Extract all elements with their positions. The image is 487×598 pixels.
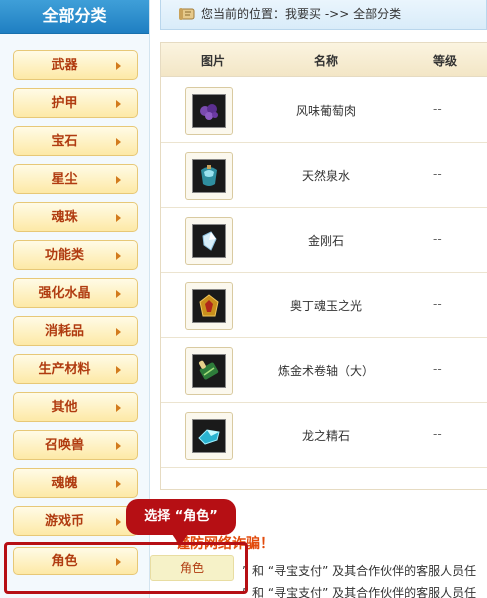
category-label: 强化水晶 [38,286,91,301]
item-grade: -- [433,362,442,376]
item-grade: -- [433,232,442,246]
item-name[interactable]: 龙之精石 [271,427,381,444]
category-label: 宝石 [51,134,78,149]
notice-text: ” 和 “寻宝支付” 及其合作伙伴的客服人员任 [242,564,477,578]
category-label: 魂珠 [51,210,78,225]
column-header-image: 图片 [201,54,226,68]
table-row[interactable]: 风味葡萄肉 -- [161,78,487,143]
item-name[interactable]: 炼金术卷轴（大） [271,362,381,379]
item-thumbnail[interactable] [185,412,233,460]
spring-water-icon [201,165,217,186]
category-label: 护甲 [51,96,78,111]
item-name[interactable]: 风味葡萄肉 [271,102,381,119]
category-button-game-coin[interactable]: 游戏币 [13,506,138,536]
item-name[interactable]: 金刚石 [271,232,381,249]
grape-meat-icon [200,104,218,120]
item-name[interactable]: 天然泉水 [271,167,381,184]
arrow-right-icon [116,328,121,336]
category-button-enhance-crystal[interactable]: 强化水晶 [13,278,138,308]
category-label: 游戏币 [44,514,84,529]
category-label: 星尘 [51,172,78,187]
arrow-right-icon [116,252,121,260]
arrow-right-icon [116,214,121,222]
item-thumbnail[interactable] [185,282,233,330]
scroll-map-icon [179,8,195,20]
item-grade: -- [433,102,442,116]
table-row[interactable]: 龙之精石 -- [161,403,487,468]
notice-text: ” 和 “寻宝支付” 及其合作伙伴的客服人员任 [242,586,477,598]
arrow-right-icon [116,518,121,526]
category-label: 召唤兽 [44,438,84,453]
column-header-name: 名称 [314,54,339,68]
table-row[interactable]: 炼金术卷轴（大） -- [161,338,487,403]
column-header-grade: 等级 [433,54,458,68]
category-button-other[interactable]: 其他 [13,392,138,422]
item-thumbnail[interactable] [185,87,233,135]
category-button-consumable[interactable]: 消耗品 [13,316,138,346]
scroll-icon [199,360,219,380]
category-button-soul[interactable]: 魂魄 [13,468,138,498]
submenu-item-role[interactable]: 角色 [150,555,234,581]
soul-jade-icon [199,294,219,317]
category-label: 消耗品 [44,324,84,339]
category-list: 武器 护甲 宝石 星尘 魂珠 功能类 强化水晶 消耗品 生产材料 其他 召唤兽 … [0,50,150,544]
arrow-right-icon [116,100,121,108]
table-row[interactable]: 金刚石 -- [161,208,487,273]
item-grade: -- [433,297,442,311]
item-thumbnail[interactable] [185,217,233,265]
category-button-summon[interactable]: 召唤兽 [13,430,138,460]
category-button-stardust[interactable]: 星尘 [13,164,138,194]
item-name[interactable]: 奥丁魂玉之光 [271,297,381,314]
breadcrumb: 您当前的位置：我要买 ->> 全部分类 [160,0,487,30]
sidebar-title: 全部分类 [0,0,149,34]
category-button-functional[interactable]: 功能类 [13,240,138,270]
table-row[interactable]: 天然泉水 -- [161,143,487,208]
item-grade: -- [433,167,442,181]
table-row[interactable]: 奥丁魂玉之光 -- [161,273,487,338]
category-label: 其他 [51,400,78,415]
category-label: 生产材料 [38,362,91,377]
arrow-right-icon [116,138,121,146]
diamond-icon [202,231,217,251]
instruction-callout: 选择 “角色” [126,499,236,535]
category-label: 魂魄 [51,476,78,491]
category-label: 功能类 [44,248,84,263]
item-thumbnail[interactable] [185,347,233,395]
dragon-stone-icon [198,429,220,445]
arrow-right-icon [116,404,121,412]
category-button-material[interactable]: 生产材料 [13,354,138,384]
arrow-right-icon [116,366,121,374]
callout-pointer [172,534,188,546]
category-button-soul-bead[interactable]: 魂珠 [13,202,138,232]
category-button-armor[interactable]: 护甲 [13,88,138,118]
category-label: 武器 [51,58,78,73]
breadcrumb-text: 您当前的位置：我要买 ->> 全部分类 [201,7,402,21]
arrow-right-icon [116,62,121,70]
category-button-weapon[interactable]: 武器 [13,50,138,80]
arrow-right-icon [116,290,121,298]
item-table: 图片 名称 等级 风味葡萄肉 -- 天然泉水 -- 金刚石 -- 奥丁魂玉之光 … [160,42,487,490]
item-thumbnail[interactable] [185,152,233,200]
category-button-gem[interactable]: 宝石 [13,126,138,156]
item-grade: -- [433,427,442,441]
arrow-right-icon [116,442,121,450]
table-header: 图片 名称 等级 [161,43,487,77]
arrow-right-icon [116,176,121,184]
arrow-right-icon [116,480,121,488]
